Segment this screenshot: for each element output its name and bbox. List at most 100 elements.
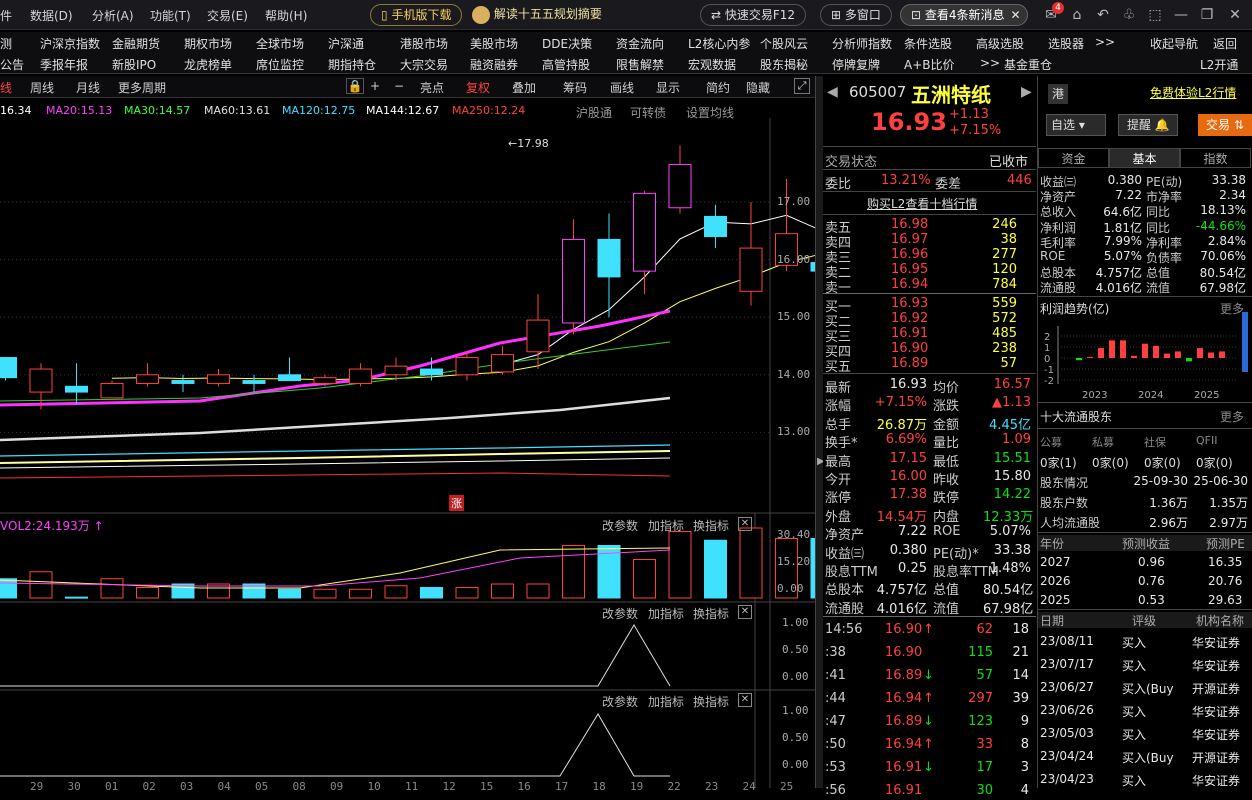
date-label: 19 (630, 780, 644, 793)
mail-icon[interactable]: ✉ 4 (1042, 2, 1064, 24)
f10-tab[interactable]: 资金 (1038, 148, 1109, 168)
nav-item[interactable]: 收起导航 (1150, 35, 1198, 52)
nav-item[interactable]: 席位监控 (256, 56, 304, 73)
chart-tool[interactable]: 叠加 (512, 79, 536, 96)
close-icon[interactable]: ✕ (738, 693, 752, 707)
nav-item[interactable]: 美股市场 (470, 35, 518, 52)
plus-icon[interactable]: + (370, 79, 380, 93)
menu-item[interactable]: 分析(A) (92, 7, 134, 24)
panel-link[interactable]: 改参数 (602, 693, 638, 710)
nav-item[interactable]: 条件选股 (904, 35, 952, 52)
back-icon[interactable]: ↶ (1094, 6, 1112, 24)
next-stock-icon[interactable]: ▶ (1021, 84, 1032, 100)
nav-item[interactable]: 金融期货 (112, 35, 160, 52)
nav-item[interactable]: A+B比价 (904, 56, 955, 73)
hk-button[interactable]: 港 (1048, 84, 1068, 104)
nav-item[interactable]: 测 (0, 35, 12, 52)
nav-item[interactable]: 返回 (1213, 35, 1237, 52)
nav-item[interactable]: 融资融券 (470, 56, 518, 73)
nav-item[interactable]: 公告 (0, 56, 24, 73)
panel-link[interactable]: 加指标 (648, 605, 684, 622)
nav-item[interactable]: 季报年报 (40, 56, 88, 73)
panel-link[interactable]: 加指标 (648, 517, 684, 534)
free-l2-link[interactable]: 免费体验L2行情 (1150, 84, 1236, 101)
promo-banner[interactable]: 解读十五五规划摘要 (472, 5, 602, 24)
period-tab[interactable]: 月线 (76, 79, 100, 96)
chart-tool[interactable]: 复权 (466, 79, 490, 96)
nav-item[interactable]: 新股IPO (112, 56, 156, 73)
panel-splitter[interactable]: ▶ (815, 76, 825, 788)
chart-tool[interactable]: 亮点 (420, 79, 444, 96)
nav-item[interactable]: DDE决策 (542, 35, 592, 52)
nav-item[interactable]: >> (1095, 35, 1115, 49)
buy-l2-link[interactable]: 购买L2查看十档行情 (867, 195, 977, 212)
nav-item[interactable]: 港股市场 (400, 35, 448, 52)
panel-link[interactable]: 加指标 (648, 693, 684, 710)
nav-item[interactable]: 限售解禁 (616, 56, 664, 73)
home-icon[interactable]: ⌂ (1068, 6, 1086, 24)
news-button[interactable]: ⊡ 查看4条新消息 ✕ (900, 4, 1028, 26)
nav-item[interactable]: 高管持股 (542, 56, 590, 73)
panel-link[interactable]: 换指标 (693, 693, 729, 710)
menu-item[interactable]: 帮助(H) (265, 7, 307, 24)
minimize-icon[interactable]: — (1172, 6, 1190, 24)
prev-stock-icon[interactable]: ◀ (827, 84, 838, 100)
close-icon[interactable]: ✕ (1010, 5, 1020, 25)
period-tab[interactable]: 更多周期 (118, 79, 166, 96)
panel-link[interactable]: 改参数 (602, 605, 638, 622)
chart-tool[interactable]: 简约 (706, 79, 730, 96)
nav-item[interactable]: 沪深京指数 (40, 35, 100, 52)
panel-link[interactable]: 换指标 (693, 517, 729, 534)
nav-item[interactable]: 资金流向 (616, 35, 664, 52)
price-chart[interactable] (0, 118, 815, 788)
nav-item[interactable]: 股东揭秘 (760, 56, 808, 73)
expand-icon[interactable]: ⬚ (1146, 6, 1164, 24)
trade-button[interactable]: 交易 ⇅ (1198, 114, 1252, 136)
nav-item[interactable]: 停牌复牌 (832, 56, 880, 73)
watchlist-button[interactable]: 自选 ▾ (1046, 114, 1106, 136)
menu-item[interactable]: 数据(D) (30, 7, 73, 24)
nav-item[interactable]: 期指持仓 (328, 56, 376, 73)
shirt-icon[interactable]: ♧ (1120, 6, 1138, 24)
nav-item[interactable]: L2开通 (1200, 56, 1238, 73)
nav-item[interactable]: 个股风云 (760, 35, 808, 52)
nav-item[interactable]: L2核心内参 (688, 35, 750, 52)
period-tab[interactable]: 线 (0, 79, 12, 96)
restore-icon[interactable]: ❐ (1198, 6, 1216, 24)
nav-item[interactable]: 选股器 (1048, 35, 1084, 52)
chart-tool[interactable]: 隐藏 (746, 79, 770, 96)
chart-tool[interactable]: 显示 (656, 79, 680, 96)
holders-more-link[interactable]: 更多 (1220, 408, 1244, 425)
nav-item[interactable]: 龙虎榜单 (184, 56, 232, 73)
close-icon[interactable]: ✕ (738, 517, 752, 531)
mobile-download-button[interactable]: ▯ 手机版下载 (370, 4, 463, 26)
nav-item[interactable]: 期权市场 (184, 35, 232, 52)
lock-icon[interactable]: 🔒 (346, 78, 364, 94)
period-tab[interactable]: 周线 (30, 79, 54, 96)
f10-tab[interactable]: 基本 (1109, 148, 1180, 168)
window-close-icon[interactable]: ✕ (1226, 6, 1244, 24)
nav-item[interactable]: 分析师指数 (832, 35, 892, 52)
close-icon[interactable]: ✕ (738, 605, 752, 619)
nav-item[interactable]: 沪深通 (328, 35, 364, 52)
chart-tool[interactable]: 筹码 (563, 79, 587, 96)
nav-item[interactable]: 大宗交易 (400, 56, 448, 73)
alert-button[interactable]: 提醒 🔔 (1118, 114, 1178, 136)
panel-link[interactable]: 换指标 (693, 605, 729, 622)
quick-trade-button[interactable]: ⇄ 快速交易F12 (700, 4, 807, 26)
profit-more-link[interactable]: 更多 (1220, 300, 1244, 317)
panel-link[interactable]: 改参数 (602, 517, 638, 534)
nav-item[interactable]: 宏观数据 (688, 56, 736, 73)
nav-item[interactable]: 高级选股 (976, 35, 1024, 52)
nav-item[interactable]: 基金重仓 (1004, 56, 1052, 73)
minus-icon[interactable]: − (394, 79, 404, 93)
menu-item[interactable]: 交易(E) (207, 7, 248, 24)
chart-tool[interactable]: 画线 (610, 79, 634, 96)
f10-tab[interactable]: 指数 (1180, 148, 1251, 168)
fullscreen-icon[interactable]: ⤢ (794, 78, 810, 94)
menu-item[interactable]: 功能(T) (150, 7, 191, 24)
scrollbar[interactable] (1242, 312, 1248, 372)
nav-item[interactable]: 全球市场 (256, 35, 304, 52)
nav-item[interactable]: >> (980, 56, 1000, 70)
multi-window-button[interactable]: ⊞ 多窗口 (820, 4, 892, 26)
